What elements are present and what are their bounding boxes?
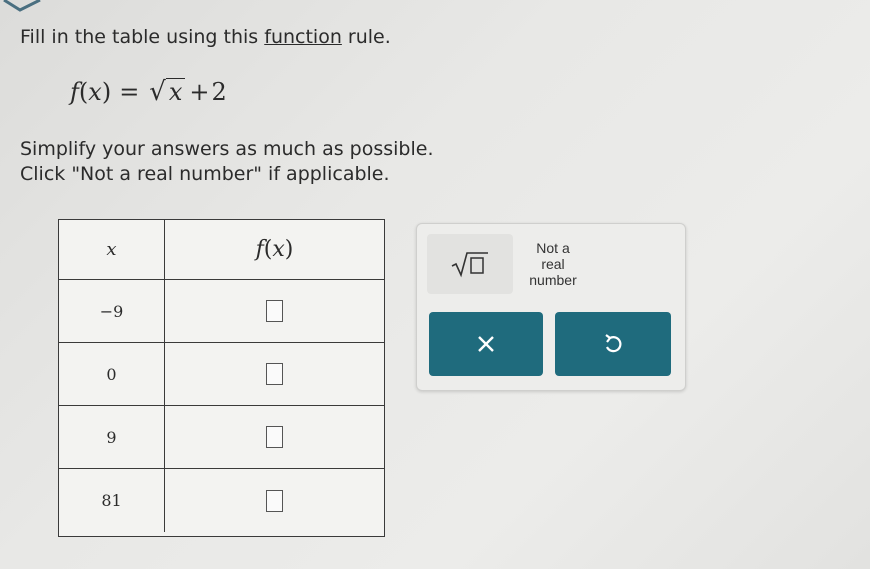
radical-sign: √ — [149, 77, 166, 108]
instruction-line-3: Simplify your answers as much as possibl… — [20, 138, 434, 160]
header-fx-f: f — [255, 237, 264, 262]
function-link[interactable]: function — [264, 26, 342, 48]
answer-input-3[interactable] — [266, 426, 283, 448]
clear-button[interactable] — [429, 312, 543, 376]
not-a-real-number-button[interactable]: Not a real number — [521, 234, 585, 294]
fx-cell — [165, 343, 384, 405]
table-row: 9 — [59, 406, 384, 469]
x-value: −9 — [59, 280, 165, 342]
x-value: 9 — [59, 406, 165, 468]
answer-input-4[interactable] — [266, 489, 283, 512]
formula-lparen: ( — [78, 78, 89, 107]
chevron-down-icon[interactable] — [0, 0, 48, 14]
fx-cell — [165, 280, 384, 342]
header-fx-rparen: ) — [284, 237, 294, 262]
header-fx-lparen: ( — [263, 237, 273, 262]
formula-rparen: ) — [101, 78, 112, 107]
not-real-line-1: Not a — [536, 240, 570, 256]
fx-cell — [165, 406, 384, 468]
instruction-text: Fill in the table using this — [20, 26, 265, 48]
instruction-line-1: Fill in the table using this function ru… — [20, 26, 391, 48]
header-fx-x: x — [272, 237, 285, 262]
function-formula: f ( x ) = √ x + 2 — [70, 78, 227, 106]
table-row: −9 — [59, 280, 384, 343]
not-real-line-2: real — [541, 256, 565, 272]
fx-cell — [165, 469, 384, 532]
formula-constant: 2 — [211, 78, 227, 107]
instruction-text: rule. — [341, 26, 391, 48]
table-row: 0 — [59, 343, 384, 406]
sqrt-template-icon — [451, 252, 488, 278]
undo-button[interactable] — [555, 312, 671, 376]
header-x: x — [59, 220, 165, 279]
header-fx: f(x) — [165, 220, 384, 279]
table-header-row: x f(x) — [59, 220, 384, 280]
answer-input-2[interactable] — [266, 363, 283, 385]
function-table: x f(x) −9 0 9 81 — [58, 219, 385, 537]
instruction-line-4: Click "Not a real number" if applicable. — [20, 163, 390, 185]
x-value: 0 — [59, 343, 165, 405]
answer-input-1[interactable] — [266, 300, 283, 322]
not-real-line-3: number — [529, 272, 577, 288]
formula-f: f — [70, 78, 79, 107]
formula-sqrt: √ x — [149, 77, 186, 108]
answer-keypad: Not a real number — [416, 223, 686, 391]
x-icon — [478, 336, 494, 352]
table-row: 81 — [59, 469, 384, 532]
formula-x: x — [88, 78, 102, 107]
formula-equals: = — [119, 78, 140, 107]
sqrt-button[interactable] — [427, 234, 513, 294]
formula-radicand: x — [165, 78, 186, 105]
undo-icon — [605, 334, 622, 353]
x-value: 81 — [59, 469, 165, 532]
formula-plus: + — [189, 78, 210, 107]
